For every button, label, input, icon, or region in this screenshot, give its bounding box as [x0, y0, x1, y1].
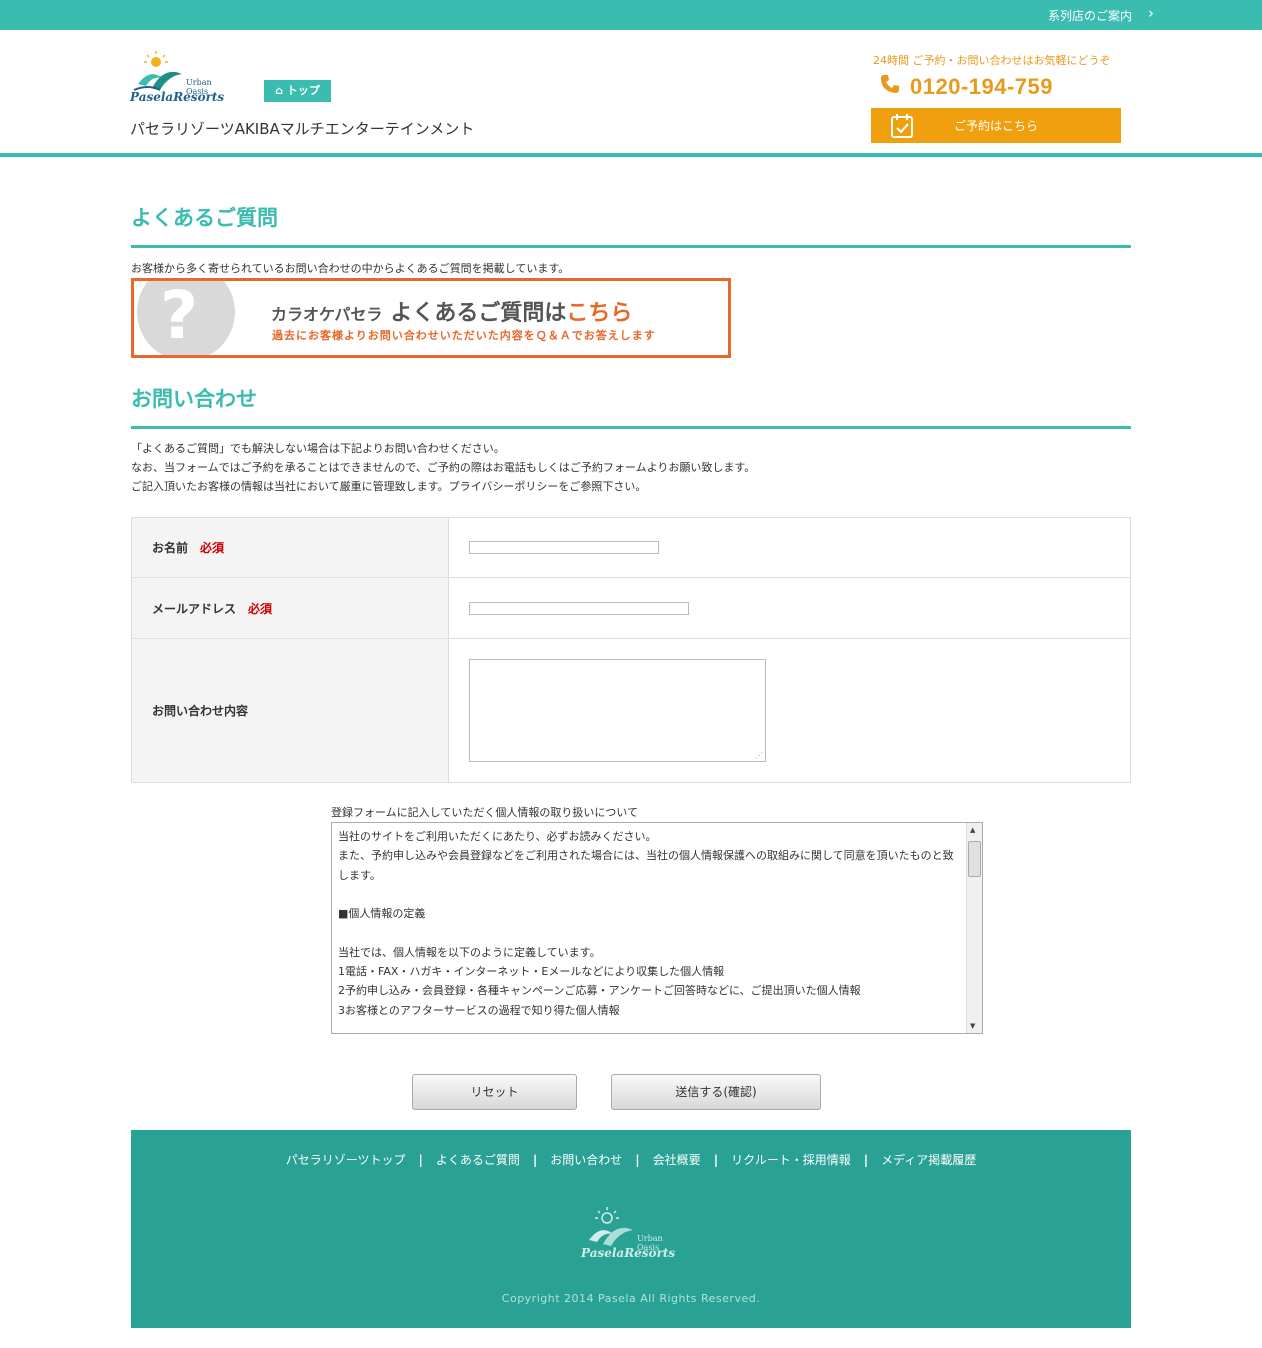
privacy-line: 2予約申し込み・会員登録・各種キャンペーンご応募・アンケートご回答時などに、ご提…: [338, 984, 861, 998]
banner-subtext: 過去にお客様よりお問い合わせいただいた内容をＱ＆Ａでお答えします: [272, 329, 656, 342]
scroll-up-icon[interactable]: ▲: [970, 826, 975, 834]
faq-title: よくあるご質問: [131, 206, 278, 230]
logo-pasela-resorts: PaselaResorts: [130, 90, 225, 104]
chevron-right-icon[interactable]: ›: [1148, 4, 1154, 22]
top-bar: 系列店のご案内 ›: [0, 0, 1262, 30]
privacy-line: [338, 885, 963, 904]
reserve-button[interactable]: ご予約はこちら: [871, 108, 1121, 143]
email-label-text: メールアドレス: [152, 601, 237, 616]
footer-link-company[interactable]: 会社概要: [653, 1153, 701, 1167]
footer-separator: |: [863, 1153, 869, 1167]
contact-note-line: なお、当フォームではご予約を承ることはできませんので、ご予約の際はお電話もしくは…: [131, 461, 756, 474]
message-label: お問い合わせ内容: [132, 639, 449, 782]
banner-main: よくあるご質問は: [390, 301, 567, 326]
home-icon: ⌂: [275, 84, 284, 97]
group-stores-link[interactable]: 系列店のご案内: [1048, 7, 1132, 24]
email-field-cell: [449, 578, 1130, 638]
reset-button[interactable]: リセット: [412, 1074, 577, 1110]
banner-accent: こちら: [566, 301, 633, 326]
pasela-logo[interactable]: Urban Oasis PaselaResorts: [130, 50, 230, 112]
faq-intro: お客様から多く寄せられているお問い合わせの中からよくあるご質問を掲載しています。: [131, 262, 570, 275]
name-label-text: お名前: [152, 541, 189, 555]
email-label: メールアドレス 必須: [132, 578, 449, 638]
resize-grip-icon[interactable]: ⋰: [755, 751, 763, 760]
header-divider: [0, 153, 1262, 157]
footer-link-recruit[interactable]: リクルート・採用情報: [731, 1153, 851, 1167]
site-header: Urban Oasis PaselaResorts ⌂ トップ パセラリゾーツA…: [0, 30, 1262, 154]
phone-number[interactable]: 0120-194-759: [880, 74, 1053, 100]
privacy-policy-box[interactable]: 当社のサイトをご利用いただくにあたり、必ずお読みください。 また、予約申し込みや…: [331, 822, 983, 1034]
banner-heading: カラオケパセラ よくあるご質問はこちら: [271, 295, 632, 327]
privacy-scrollbar[interactable]: ▲ ▼: [966, 823, 982, 1033]
message-textarea[interactable]: ⋰: [469, 659, 766, 762]
question-mark: ?: [160, 278, 199, 354]
footer-link-media[interactable]: メディア掲載履歴: [881, 1153, 976, 1167]
contact-form: お名前 必須 メールアドレス 必須 お問い合わせ内容 ⋰: [131, 517, 1131, 783]
privacy-line: 当社のサイトをご利用いただくにあたり、必ずお読みください。: [338, 830, 657, 843]
privacy-line: 当社では、個人情報を以下のように定義しています。: [338, 945, 601, 959]
banner-prefix: カラオケパセラ: [271, 305, 383, 324]
message-field-cell: ⋰: [449, 639, 1130, 782]
footer-logo[interactable]: Urban Oasis PaselaResorts: [581, 1206, 681, 1270]
site-footer: パセラリゾーツトップ | よくあるご質問 | お問い合わせ | 会社概要 | リクルート・採用情…: [131, 1130, 1131, 1328]
message-row: お問い合わせ内容 ⋰: [132, 639, 1130, 782]
required-badge: 必須: [200, 541, 225, 555]
footer-separator: |: [635, 1153, 640, 1167]
scroll-down-icon[interactable]: ▼: [970, 1022, 975, 1030]
footer-nav: パセラリゾーツトップ | よくあるご質問 | お問い合わせ | 会社概要 | リクルート・採用情…: [131, 1151, 1131, 1168]
name-row: お名前 必須: [132, 518, 1130, 578]
message-label-text: お問い合わせ内容: [152, 704, 249, 718]
faq-rule: [131, 245, 1131, 248]
footer-separator: |: [713, 1153, 719, 1167]
privacy-label: 登録フォームに記入していただく個人情報の取り扱いについて: [331, 806, 639, 819]
contact-notes: 「よくあるご質問」でも解決しない場合は下記よりお問い合わせください。 なお、当フ…: [131, 439, 755, 496]
footer-separator: |: [532, 1153, 538, 1167]
name-input[interactable]: [469, 541, 659, 554]
top-home-label: トップ: [286, 84, 320, 97]
phone-icon: [880, 74, 902, 100]
footer-link-faq[interactable]: よくあるご質問: [436, 1153, 520, 1167]
name-label: お名前 必須: [132, 518, 449, 577]
required-badge: 必須: [248, 601, 273, 616]
footer-link-top[interactable]: パセラリゾーツトップ: [286, 1153, 406, 1167]
top-home-button[interactable]: ⌂ トップ: [264, 80, 331, 102]
faq-banner-link[interactable]: ? カラオケパセラ よくあるご質問はこちら 過去にお客様よりお問い合わせいただいた…: [131, 278, 731, 358]
contact-note-line: ご記入頂いたお客様の情報は当社において厳重に管理致します。プライバシーポリシーを…: [131, 480, 647, 493]
privacy-text: 当社のサイトをご利用いただくにあたり、必ずお読みください。 また、予約申し込みや…: [338, 827, 963, 1020]
phone-text: 0120-194-759: [910, 74, 1054, 99]
footer-logo-pasela-resorts: PaselaResorts: [581, 1246, 676, 1260]
site-name: パセラリゾーツAKIBAマルチエンターテインメント: [130, 120, 475, 138]
privacy-line: 1電話・FAX・ハガキ・インターネット・Eメールなどにより収集した個人情報: [338, 965, 725, 979]
footer-separator: |: [418, 1153, 423, 1167]
footer-link-contact[interactable]: お問い合わせ: [550, 1153, 622, 1167]
contact-note-line: 「よくあるご質問」でも解決しない場合は下記よりお問い合わせください。: [131, 442, 505, 455]
submit-confirm-button[interactable]: 送信する(確認): [611, 1074, 821, 1110]
privacy-line: [338, 923, 963, 942]
contact-rule: [131, 426, 1131, 429]
scroll-thumb[interactable]: [968, 841, 981, 877]
email-row: メールアドレス 必須: [132, 578, 1130, 639]
contact-title: お問い合わせ: [131, 387, 257, 411]
privacy-line: 3お客様とのアフターサービスの過程で知り得た個人情報: [338, 1003, 620, 1017]
reserve-label: ご予約はこちら: [953, 119, 1038, 133]
privacy-line: ■個人情報の定義: [338, 907, 426, 921]
copyright: Copyright 2014 Pasela All Rights Reserve…: [501, 1292, 761, 1305]
email-input[interactable]: [469, 601, 689, 615]
hours-note: 24時間 ご予約・お問い合わせはお気軽にどうぞ: [873, 54, 1111, 67]
privacy-line: また、予約申し込みや会員登録などをご利用された場合には、当社の個人情報保護への取…: [338, 849, 954, 882]
name-field-cell: [449, 518, 1130, 577]
